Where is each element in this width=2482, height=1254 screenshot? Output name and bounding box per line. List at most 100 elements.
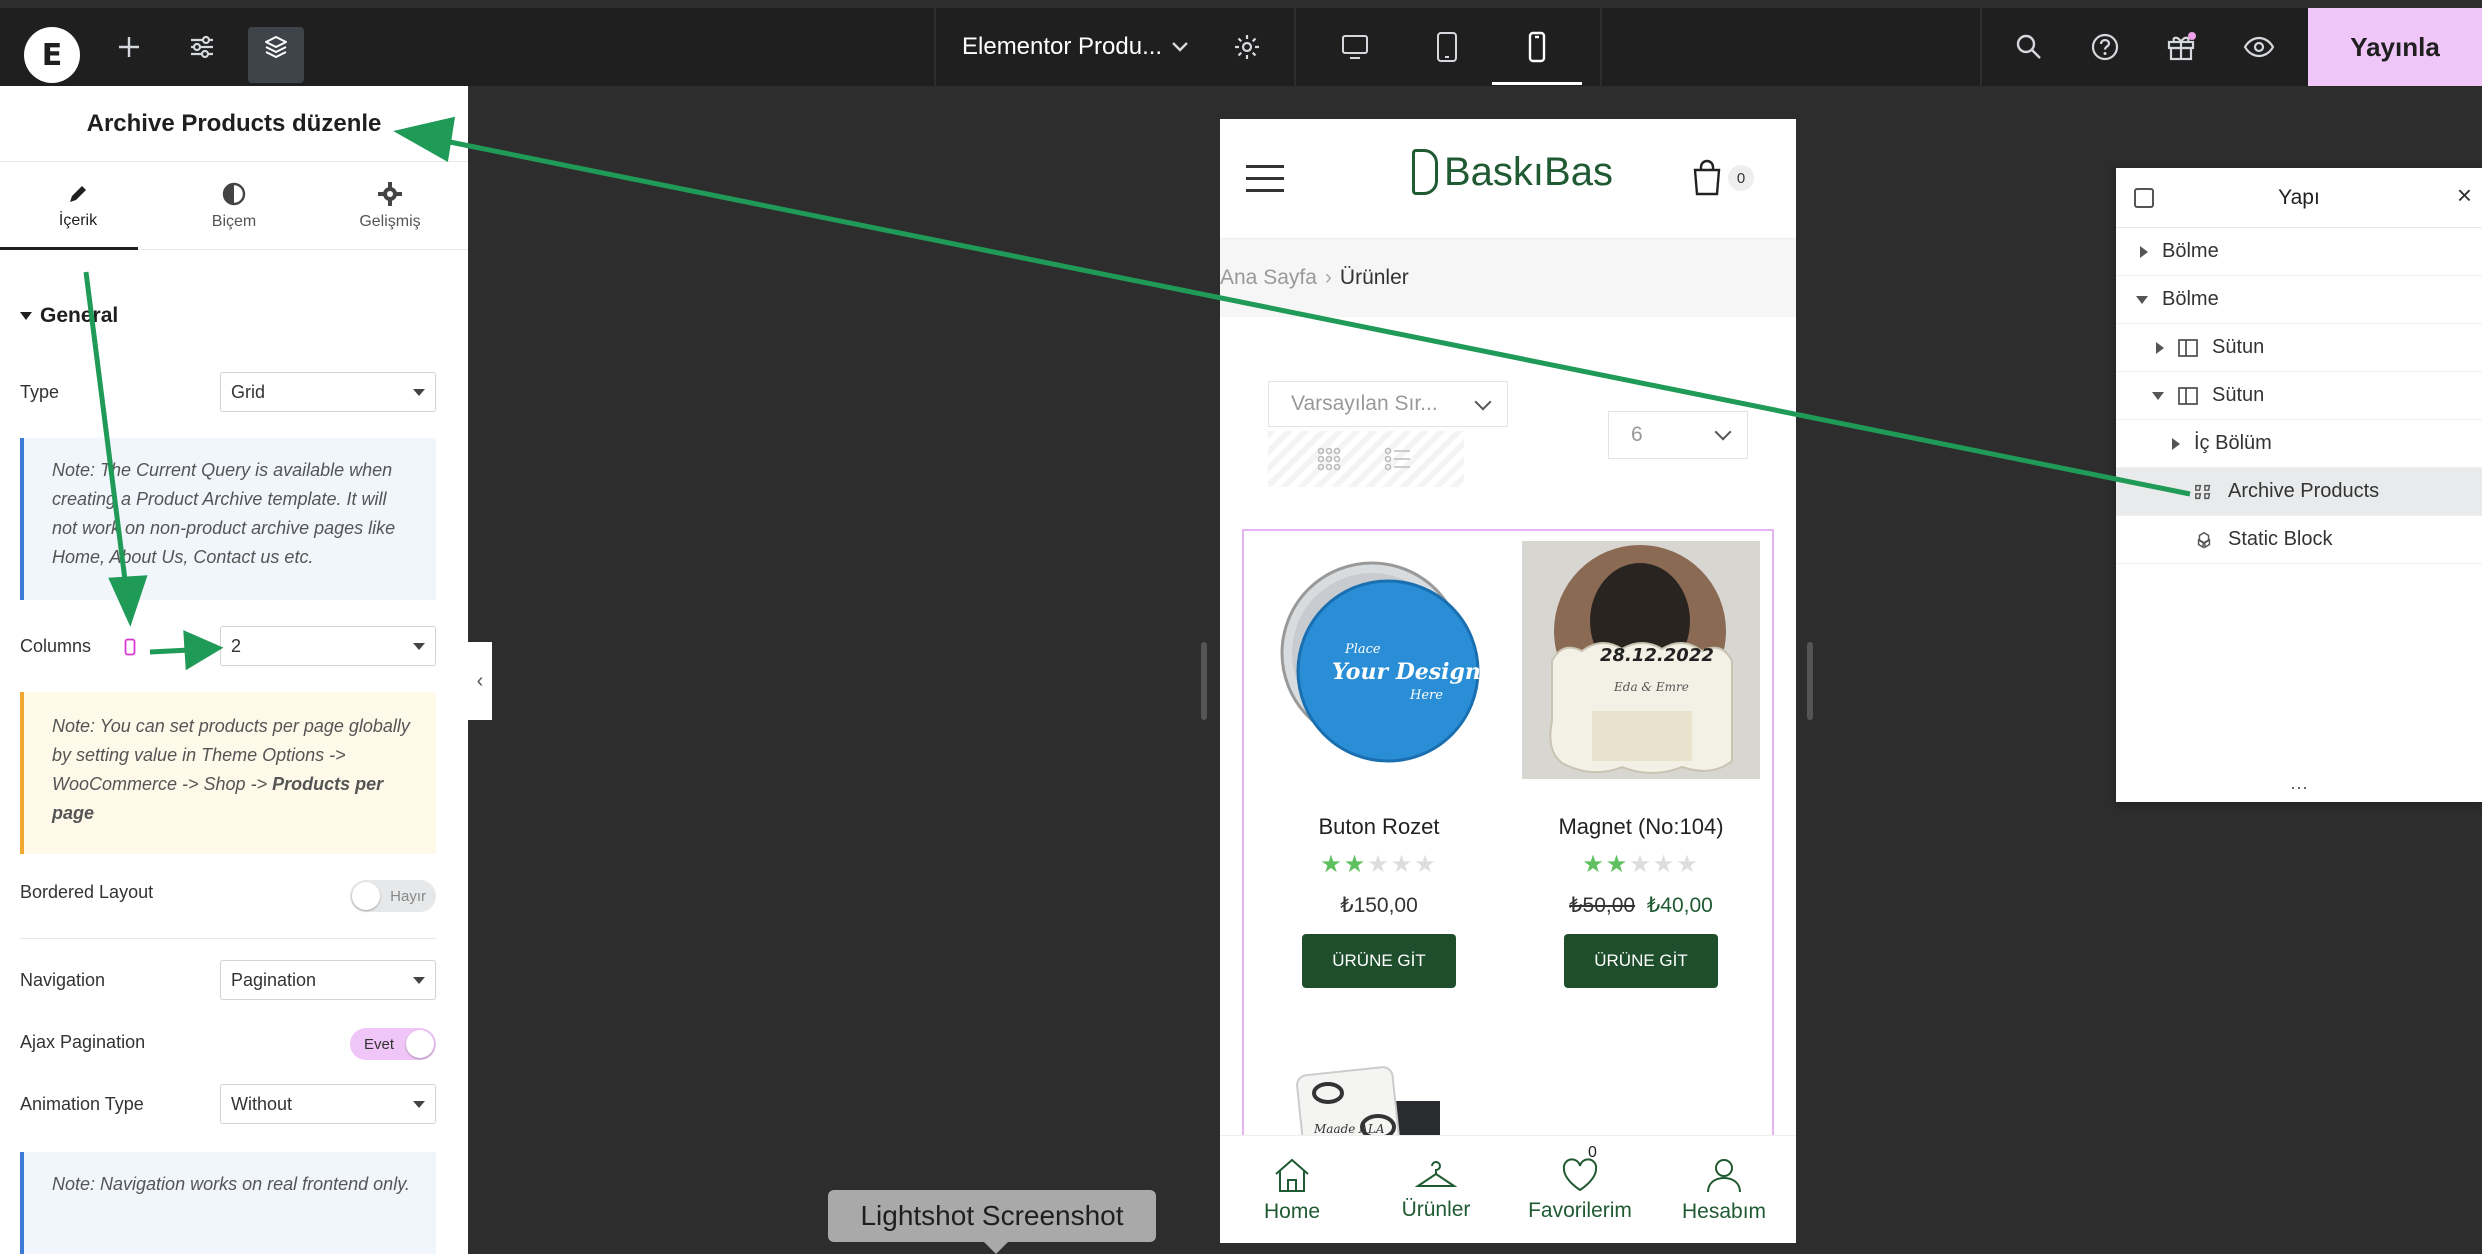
product-cta-button[interactable]: ÜRÜNE GİT bbox=[1564, 934, 1718, 988]
navigator-item[interactable]: Sütun bbox=[2116, 324, 2482, 372]
third-product-text: Maade ALA bbox=[1313, 1122, 1385, 1136]
grid-view-icon[interactable] bbox=[1316, 446, 1342, 472]
breadcrumb-separator-icon: › bbox=[1324, 266, 1332, 289]
star-filled-icon: ★★ bbox=[1320, 851, 1368, 878]
navigator-item-selected[interactable]: Archive Products bbox=[2116, 468, 2482, 516]
collapse-arrow-icon[interactable] bbox=[2136, 295, 2148, 304]
navigation-select[interactable]: Pagination bbox=[220, 960, 436, 1000]
mobile-icon bbox=[124, 638, 136, 656]
panel-tabs: İçerik Biçem Gelişmiş bbox=[0, 162, 468, 250]
columns-select[interactable]: 2 bbox=[220, 626, 436, 666]
tab-advanced-label: Gelişmiş bbox=[359, 212, 421, 230]
products-grid-icon bbox=[2194, 482, 2214, 502]
nav-products-label: Ürünler bbox=[1401, 1197, 1471, 1221]
elementor-logo-button[interactable]: E bbox=[24, 27, 80, 83]
expand-arrow-icon[interactable] bbox=[2140, 245, 2148, 258]
document-menu-button[interactable] bbox=[1160, 8, 1200, 86]
ajax-pagination-toggle[interactable]: Evet bbox=[350, 1028, 436, 1060]
column-icon bbox=[2178, 338, 2198, 358]
page-settings-button[interactable] bbox=[1222, 8, 1272, 86]
mobile-device-button[interactable] bbox=[1512, 8, 1562, 86]
navigator-item[interactable]: Bölme bbox=[2116, 276, 2482, 324]
nav-account[interactable]: Hesabım bbox=[1652, 1136, 1796, 1243]
user-icon bbox=[1707, 1158, 1741, 1192]
close-icon[interactable]: × bbox=[2457, 180, 2472, 211]
widget-settings-panel: Archive Products düzenle İçerik Biçem Ge… bbox=[0, 86, 468, 1254]
navigator-item[interactable]: Sütun bbox=[2116, 372, 2482, 420]
sort-select[interactable]: Varsayılan Sır... bbox=[1268, 381, 1508, 427]
product-price-value: ₺150,00 bbox=[1340, 894, 1418, 917]
product-name[interactable]: Magnet (No:104) bbox=[1516, 814, 1766, 840]
navigation-label: Navigation bbox=[20, 970, 106, 990]
type-select[interactable]: Grid bbox=[220, 372, 436, 412]
whats-new-button[interactable] bbox=[2156, 8, 2206, 86]
cart-button[interactable] bbox=[1692, 159, 1722, 202]
panel-collapse-button[interactable]: ‹ bbox=[468, 642, 492, 720]
animation-type-select[interactable]: Without bbox=[220, 1084, 436, 1124]
help-button[interactable] bbox=[2080, 8, 2130, 86]
nav-home[interactable]: Home bbox=[1220, 1136, 1364, 1243]
product-cta-button[interactable]: ÜRÜNE GİT bbox=[1302, 934, 1456, 988]
product-price: ₺50,00 ₺40,00 bbox=[1516, 893, 1766, 918]
nav-home-label: Home bbox=[1263, 1199, 1321, 1223]
desktop-device-button[interactable] bbox=[1330, 8, 1380, 86]
columns-select-value: 2 bbox=[231, 635, 242, 656]
navigator-item[interactable]: İç Bölüm bbox=[2116, 420, 2482, 468]
caret-down-icon bbox=[20, 312, 32, 321]
product-image[interactable]: 28.12.2022 Eda & Emre bbox=[1522, 541, 1760, 779]
expand-arrow-icon[interactable] bbox=[2156, 341, 2164, 354]
chevron-left-icon: ‹ bbox=[476, 669, 484, 692]
device-resize-handle-left[interactable] bbox=[1201, 642, 1207, 720]
responsive-mobile-button[interactable] bbox=[124, 638, 136, 661]
mobile-preview-canvas: BaskıBas 0 Ana Sayfa › Ürünler Varsayıla… bbox=[1220, 119, 1796, 1243]
lightshot-tooltip: Lightshot Screenshot bbox=[828, 1190, 1156, 1254]
nav-products[interactable]: Ürünler bbox=[1364, 1136, 1508, 1243]
expand-arrow-icon[interactable] bbox=[2172, 437, 2180, 450]
collapse-arrow-icon[interactable] bbox=[2152, 391, 2164, 400]
navigator-item-label: Bölme bbox=[2162, 288, 2219, 310]
navigator-item[interactable]: Bölme bbox=[2116, 228, 2482, 276]
nav-account-label: Hesabım bbox=[1681, 1199, 1767, 1223]
per-page-select[interactable]: 6 bbox=[1608, 411, 1748, 459]
elementor-logo-icon: E bbox=[41, 37, 63, 73]
bordered-layout-label: Bordered Layout bbox=[20, 882, 154, 902]
tab-style[interactable]: Biçem bbox=[156, 162, 312, 249]
site-settings-button[interactable] bbox=[176, 8, 228, 86]
tab-content[interactable]: İçerik bbox=[0, 162, 156, 250]
columns-label: Columns bbox=[20, 636, 91, 657]
publish-button[interactable]: Yayınla bbox=[2308, 8, 2482, 86]
device-resize-handle-right[interactable] bbox=[1807, 642, 1813, 720]
columns-label-text: Columns bbox=[20, 636, 92, 656]
preview-button[interactable] bbox=[2234, 8, 2284, 86]
eye-icon bbox=[2243, 36, 2275, 58]
product-card[interactable]: 28.12.2022 Eda & Emre Magnet (No:104) ★★… bbox=[1516, 541, 1766, 988]
add-element-button[interactable] bbox=[104, 8, 154, 86]
product-card[interactable]: Place Your Design Here Buton Rozet ★★★★★… bbox=[1254, 541, 1504, 988]
product-old-price: ₺50,00 bbox=[1569, 894, 1636, 917]
navigator-item[interactable]: Static Block bbox=[2116, 516, 2482, 564]
query-note: Note: The Current Query is available whe… bbox=[20, 438, 436, 600]
list-view-icon[interactable] bbox=[1384, 446, 1412, 472]
document-title[interactable]: Elementor Produ... bbox=[962, 8, 1162, 86]
active-device-indicator bbox=[1492, 82, 1582, 85]
bordered-layout-toggle[interactable]: Hayır bbox=[350, 880, 436, 912]
hamburger-menu-icon[interactable] bbox=[1246, 165, 1284, 201]
ajax-pagination-state: Evet bbox=[364, 1035, 395, 1053]
product-image[interactable]: Place Your Design Here bbox=[1260, 541, 1498, 779]
navigator-header: Yapı × bbox=[2116, 168, 2482, 228]
tablet-device-button[interactable] bbox=[1422, 8, 1472, 86]
section-general-toggle[interactable]: General bbox=[20, 304, 118, 328]
collapse-all-icon[interactable] bbox=[2134, 188, 2154, 208]
nav-favorites[interactable]: 0 Favorilerim bbox=[1508, 1136, 1652, 1243]
breadcrumb-home[interactable]: Ana Sayfa bbox=[1220, 266, 1317, 290]
divider bbox=[20, 938, 436, 939]
navigator-resize-handle[interactable]: ··· bbox=[2116, 777, 2482, 798]
structure-navigator: Yapı × Bölme Bölme Sütun Sütun İç Bölüm … bbox=[2116, 168, 2482, 802]
tab-advanced[interactable]: Gelişmiş bbox=[312, 162, 468, 249]
contrast-icon bbox=[222, 182, 246, 205]
product-name[interactable]: Buton Rozet bbox=[1254, 814, 1504, 840]
finder-button[interactable] bbox=[2004, 8, 2054, 86]
site-logo[interactable]: BaskıBas bbox=[1412, 149, 1613, 195]
chevron-down-icon bbox=[1474, 393, 1492, 411]
ajax-pagination-label: Ajax Pagination bbox=[20, 1032, 146, 1052]
